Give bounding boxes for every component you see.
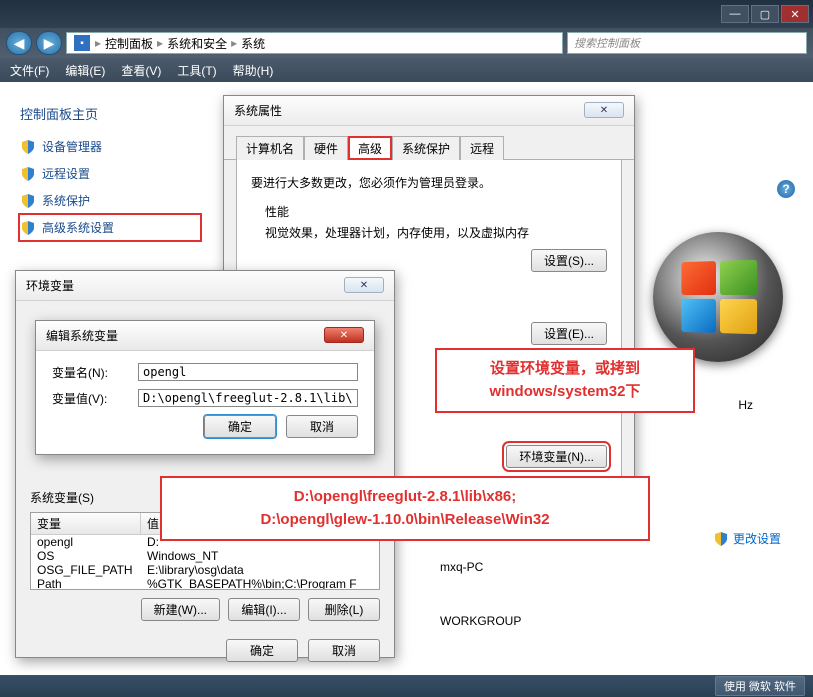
menu-edit[interactable]: 编辑(E) [65, 62, 105, 79]
chevron-right-icon: ▸ [95, 36, 101, 50]
annotation-paths: D:\opengl\freeglut-2.8.1\lib\x86; D:\ope… [160, 476, 650, 541]
edit-system-variable-dialog: 编辑系统变量 ✕ 变量名(N): 变量值(V): 确定 取消 [35, 320, 375, 455]
new-button[interactable]: 新建(W)... [141, 598, 220, 621]
taskbar: 使用 微软 软件 [0, 675, 813, 697]
close-icon[interactable]: ✕ [584, 102, 624, 118]
sidebar-item-label: 远程设置 [42, 165, 90, 182]
windows-logo [653, 232, 783, 362]
sidebar-title: 控制面板主页 [0, 98, 220, 133]
tab-hardware[interactable]: 硬件 [304, 136, 348, 160]
cancel-button[interactable]: 取消 [308, 639, 380, 662]
sidebar-item-label: 设备管理器 [42, 138, 102, 155]
menu-view[interactable]: 查看(V) [121, 62, 161, 79]
menu-help[interactable]: 帮助(H) [233, 62, 274, 79]
list-button-row: 新建(W)... 编辑(I)... 删除(L) [30, 598, 380, 621]
sidebar-item-label: 系统保护 [42, 192, 90, 209]
dialog-title: 环境变量 [26, 277, 74, 294]
tab-remote[interactable]: 远程 [460, 136, 504, 160]
environment-variables-button[interactable]: 环境变量(N)... [506, 445, 607, 468]
breadcrumb[interactable]: ▪ ▸ 控制面板 ▸ 系统和安全 ▸ 系统 [66, 32, 563, 54]
back-button[interactable]: ◀ [6, 31, 32, 55]
cancel-button[interactable]: 取消 [286, 415, 358, 438]
variable-value-label: 变量值(V): [52, 390, 128, 407]
menu-bar: 文件(F) 编辑(E) 查看(V) 工具(T) 帮助(H) [0, 58, 813, 82]
profile-settings-button[interactable]: 设置(E)... [531, 322, 607, 345]
taskbar-button[interactable]: 使用 微软 软件 [715, 676, 805, 696]
close-icon[interactable]: ✕ [344, 277, 384, 293]
minimize-button[interactable]: — [721, 5, 749, 23]
sidebar-item-advanced-system-settings[interactable]: 高级系统设置 [18, 213, 202, 242]
chevron-right-icon: ▸ [157, 36, 163, 50]
list-row[interactable]: OSWindows_NT [31, 549, 379, 563]
sidebar-item-remote-settings[interactable]: 远程设置 [0, 160, 220, 187]
ok-button[interactable]: 确定 [204, 415, 276, 438]
variable-value-input[interactable] [138, 389, 358, 407]
close-icon[interactable]: ✕ [324, 327, 364, 343]
computer-name-value: mxq-PC [440, 560, 483, 574]
forward-button[interactable]: ▶ [36, 31, 62, 55]
annotation-env-instruction: 设置环境变量，或拷到windows/system32下 [435, 348, 695, 413]
delete-button[interactable]: 删除(L) [308, 598, 380, 621]
group-desc: 视觉效果，处理器计划，内存使用，以及虚拟内存 [251, 224, 607, 241]
performance-settings-button[interactable]: 设置(S)... [531, 249, 607, 272]
annotation-path-line-1: D:\opengl\freeglut-2.8.1\lib\x86; [176, 486, 634, 509]
window-titlebar: — ▢ ✕ [0, 0, 813, 28]
address-bar: ◀ ▶ ▪ ▸ 控制面板 ▸ 系统和安全 ▸ 系统 搜索控制面板 [0, 28, 813, 58]
sidebar-item-label: 高级系统设置 [42, 219, 114, 236]
dialog-body: 变量名(N): 变量值(V): 确定 取消 [36, 351, 374, 450]
shield-icon [20, 166, 36, 182]
annotation-path-line-2: D:\opengl\glew-1.10.0\bin\Release\Win32 [176, 509, 634, 532]
variable-name-input[interactable] [138, 363, 358, 381]
dialog-titlebar: 系统属性 ✕ [224, 96, 634, 126]
dialog-titlebar: 环境变量 ✕ [16, 271, 394, 301]
performance-group: 性能 视觉效果，处理器计划，内存使用，以及虚拟内存 设置(S)... [251, 203, 607, 272]
workgroup-value: WORKGROUP [440, 614, 521, 628]
list-row[interactable]: OSG_FILE_PATHE:\library\osg\data [31, 563, 379, 577]
crumb-control-panel[interactable]: 控制面板 [105, 35, 153, 52]
tab-computer-name[interactable]: 计算机名 [236, 136, 304, 160]
tab-system-protection[interactable]: 系统保护 [392, 136, 460, 160]
header-variable[interactable]: 变量 [31, 513, 141, 534]
tab-advanced[interactable]: 高级 [348, 136, 392, 160]
help-icon[interactable]: ? [777, 180, 795, 198]
sidebar-item-device-manager[interactable]: 设备管理器 [0, 133, 220, 160]
tab-strip: 计算机名 硬件 高级 系统保护 远程 [224, 126, 634, 160]
variable-name-label: 变量名(N): [52, 364, 128, 381]
chevron-right-icon: ▸ [231, 36, 237, 50]
shield-icon [20, 193, 36, 209]
maximize-button[interactable]: ▢ [751, 5, 779, 23]
shield-icon [20, 139, 36, 155]
search-input[interactable]: 搜索控制面板 [567, 32, 807, 54]
menu-tools[interactable]: 工具(T) [177, 62, 216, 79]
ok-button[interactable]: 确定 [226, 639, 298, 662]
admin-note: 要进行大多数更改，您必须作为管理员登录。 [251, 174, 607, 191]
list-row[interactable]: Path%GTK_BASEPATH%\bin;C:\Program F [31, 577, 379, 590]
frequency-label: Hz [738, 398, 753, 412]
edit-button[interactable]: 编辑(I)... [228, 598, 300, 621]
shield-icon [713, 531, 729, 547]
dialog-title: 系统属性 [234, 102, 282, 119]
change-settings-link[interactable]: 更改设置 [713, 530, 781, 547]
sidebar-item-system-protection[interactable]: 系统保护 [0, 187, 220, 214]
menu-file[interactable]: 文件(F) [10, 62, 49, 79]
control-panel-icon: ▪ [73, 34, 91, 52]
shield-icon [20, 220, 36, 236]
crumb-system-security[interactable]: 系统和安全 [167, 35, 227, 52]
crumb-system[interactable]: 系统 [241, 35, 265, 52]
close-button[interactable]: ✕ [781, 5, 809, 23]
dialog-button-row: 确定 取消 [30, 639, 380, 662]
dialog-title: 编辑系统变量 [46, 327, 118, 344]
dialog-titlebar: 编辑系统变量 ✕ [36, 321, 374, 351]
group-title: 性能 [251, 203, 607, 220]
